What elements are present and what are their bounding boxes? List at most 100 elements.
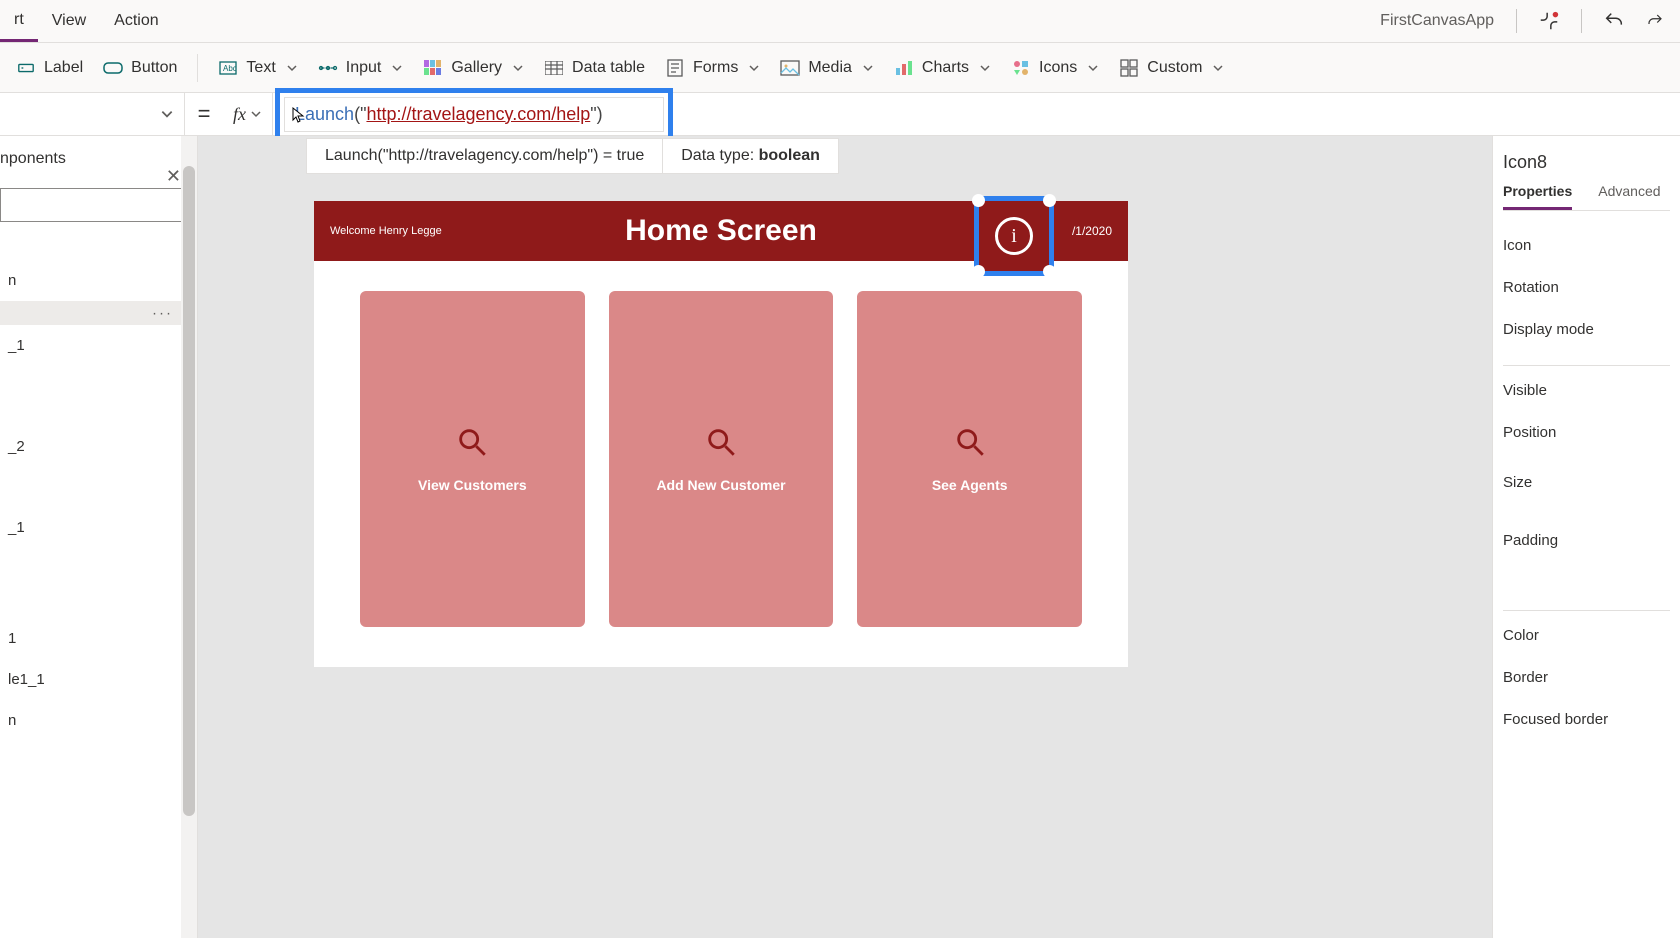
chevron-down-icon bbox=[1212, 62, 1224, 74]
menu-left: rt View Action bbox=[0, 0, 173, 42]
prop-border[interactable]: Border bbox=[1503, 657, 1670, 699]
cursor-icon bbox=[291, 106, 305, 124]
info-glyph: i bbox=[1011, 225, 1017, 248]
ribbon-charts[interactable]: Charts bbox=[894, 58, 991, 78]
fx-button[interactable]: fx bbox=[223, 93, 273, 135]
close-icon[interactable]: ✕ bbox=[166, 166, 181, 187]
ribbon-forms-label: Forms bbox=[693, 59, 738, 77]
ribbon-data-table-label: Data table bbox=[572, 59, 645, 77]
search-icon bbox=[455, 425, 489, 459]
ribbon-text[interactable]: Abc Text bbox=[218, 58, 297, 78]
more-icon[interactable]: ··· bbox=[152, 305, 173, 322]
gallery-icon bbox=[423, 58, 443, 78]
tab-properties[interactable]: Properties bbox=[1503, 183, 1572, 210]
tree-item[interactable]: le1_1 bbox=[0, 659, 197, 700]
screen-title: Home Screen bbox=[625, 214, 817, 248]
resize-handle[interactable] bbox=[972, 194, 985, 207]
separator bbox=[197, 54, 198, 82]
ribbon-icons[interactable]: Icons bbox=[1011, 58, 1099, 78]
selected-control-name: Icon8 bbox=[1503, 152, 1670, 173]
prop-size[interactable]: Size bbox=[1503, 454, 1670, 512]
prop-icon[interactable]: Icon bbox=[1503, 225, 1670, 267]
ribbon-custom-label: Custom bbox=[1147, 59, 1202, 77]
ribbon-custom[interactable]: Custom bbox=[1119, 58, 1224, 78]
tree-item[interactable]: 1 bbox=[0, 618, 197, 659]
ribbon-gallery-label: Gallery bbox=[451, 59, 502, 77]
formula-highlight-box: Launch("http://travelagency.com/help") bbox=[275, 88, 673, 141]
property-selector[interactable] bbox=[0, 93, 185, 135]
card-label: See Agents bbox=[932, 477, 1008, 493]
resize-handle[interactable] bbox=[1043, 194, 1056, 207]
equals-symbol: = bbox=[185, 101, 223, 127]
custom-icon bbox=[1119, 58, 1139, 78]
card-view-customers[interactable]: View Customers bbox=[360, 291, 585, 627]
menu-item-action[interactable]: Action bbox=[100, 0, 172, 42]
props-tabs: Properties Advanced bbox=[1503, 183, 1670, 211]
prop-padding[interactable]: Padding bbox=[1503, 512, 1670, 570]
charts-icon bbox=[894, 58, 914, 78]
formula-hint-bar: Launch("http://travelagency.com/help") =… bbox=[306, 138, 839, 174]
tab-advanced[interactable]: Advanced bbox=[1598, 183, 1660, 210]
prop-color[interactable]: Color bbox=[1503, 615, 1670, 657]
text-icon: Abc bbox=[218, 58, 238, 78]
resize-handle[interactable] bbox=[972, 265, 985, 278]
ribbon-input[interactable]: Input bbox=[318, 58, 404, 78]
app-checker-icon[interactable] bbox=[1531, 3, 1567, 39]
menu-item-insert[interactable]: rt bbox=[0, 0, 38, 42]
tree-item[interactable]: _2 bbox=[0, 426, 197, 467]
prop-visible[interactable]: Visible bbox=[1503, 370, 1670, 412]
card-label: View Customers bbox=[418, 477, 527, 493]
ribbon-text-label: Text bbox=[246, 59, 275, 77]
scrollbar-thumb[interactable] bbox=[183, 166, 195, 816]
fx-label: fx bbox=[233, 104, 246, 125]
tree-item[interactable]: n bbox=[0, 700, 197, 741]
properties-panel: Icon8 Properties Advanced Icon Rotation … bbox=[1492, 136, 1680, 938]
prop-focused-border[interactable]: Focused border bbox=[1503, 699, 1670, 741]
hint-type-label: Data type: bbox=[681, 147, 758, 164]
canvas-area[interactable]: Welcome Henry Legge Home Screen /1/2020 … bbox=[198, 136, 1492, 938]
ribbon-media[interactable]: Media bbox=[780, 58, 874, 78]
hint-type: Data type: boolean bbox=[663, 139, 838, 173]
icons-icon bbox=[1011, 58, 1031, 78]
chevron-down-icon bbox=[862, 62, 874, 74]
separator bbox=[1503, 610, 1670, 611]
selected-info-icon[interactable]: i bbox=[974, 196, 1054, 276]
divider bbox=[1516, 9, 1517, 33]
ribbon-charts-label: Charts bbox=[922, 59, 969, 77]
redo-icon[interactable] bbox=[1646, 3, 1664, 39]
tree-search-input[interactable] bbox=[0, 188, 187, 222]
tree-item[interactable]: n bbox=[0, 260, 197, 301]
chevron-down-icon bbox=[979, 62, 991, 74]
menu-right: FirstCanvasApp bbox=[1380, 3, 1664, 39]
info-icon: i bbox=[995, 217, 1033, 255]
ribbon-data-table[interactable]: Data table bbox=[544, 58, 645, 78]
undo-icon[interactable] bbox=[1596, 3, 1632, 39]
menu-bar: rt View Action FirstCanvasApp bbox=[0, 0, 1680, 43]
tree-view-panel: ✕ nponents n ··· _1 _2 _1 1 le1_1 n bbox=[0, 136, 198, 938]
separator bbox=[1503, 365, 1670, 366]
card-add-customer[interactable]: Add New Customer bbox=[609, 291, 834, 627]
ribbon-button[interactable]: Button bbox=[103, 58, 177, 78]
card-label: Add New Customer bbox=[656, 477, 785, 493]
ribbon-gallery[interactable]: Gallery bbox=[423, 58, 524, 78]
ribbon-media-label: Media bbox=[808, 59, 852, 77]
ribbon-forms[interactable]: Forms bbox=[665, 58, 760, 78]
data-table-icon bbox=[544, 58, 564, 78]
formula-input[interactable]: Launch("http://travelagency.com/help") bbox=[284, 97, 664, 132]
menu-item-view[interactable]: View bbox=[38, 0, 100, 42]
prop-display-mode[interactable]: Display mode bbox=[1503, 309, 1670, 351]
prop-rotation[interactable]: Rotation bbox=[1503, 267, 1670, 309]
ribbon-label[interactable]: Label bbox=[16, 58, 83, 78]
resize-handle[interactable] bbox=[1043, 265, 1056, 278]
formula-token-string: http://travelagency.com/help bbox=[366, 104, 590, 124]
ribbon-toolbar: Label Button Abc Text Input Gallery Data… bbox=[0, 43, 1680, 93]
tree-item-selected[interactable]: ··· bbox=[0, 301, 197, 325]
prop-position[interactable]: Position bbox=[1503, 412, 1670, 454]
app-frame: Welcome Henry Legge Home Screen /1/2020 … bbox=[314, 201, 1128, 667]
tree-scrollbar[interactable] bbox=[181, 136, 197, 938]
workspace: ✕ nponents n ··· _1 _2 _1 1 le1_1 n Welc… bbox=[0, 136, 1680, 938]
forms-icon bbox=[665, 58, 685, 78]
tree-item[interactable]: _1 bbox=[0, 325, 197, 366]
tree-item[interactable]: _1 bbox=[0, 507, 197, 548]
card-see-agents[interactable]: See Agents bbox=[857, 291, 1082, 627]
